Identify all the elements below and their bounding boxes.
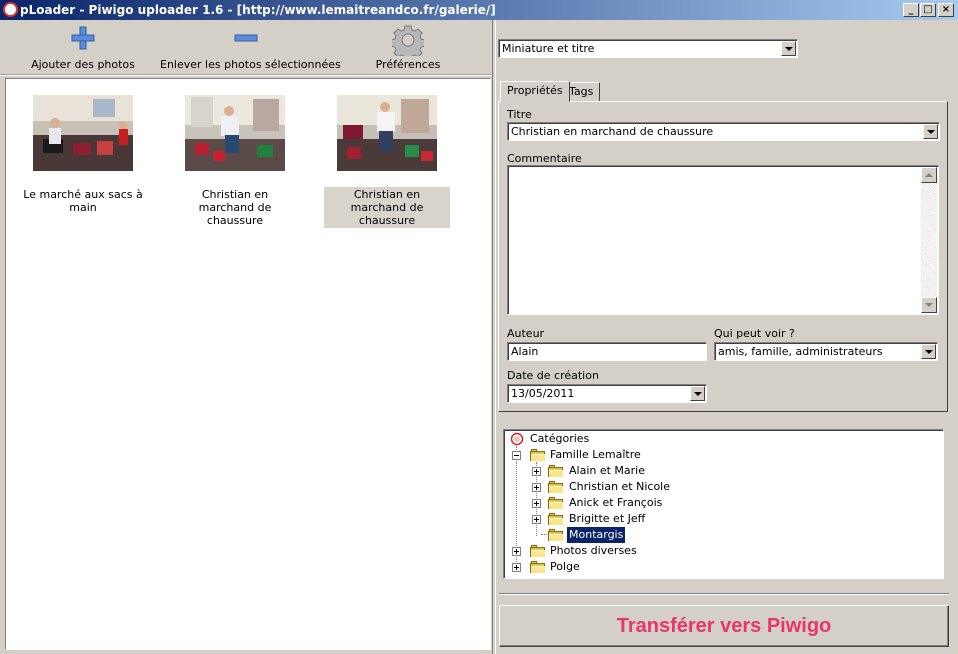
gear-icon bbox=[392, 25, 424, 56]
visibility-select[interactable]: amis, famille, administrateurs bbox=[714, 342, 938, 361]
app-icon bbox=[3, 2, 18, 17]
chevron-down-icon[interactable] bbox=[921, 344, 936, 359]
title-select[interactable]: Christian en marchand de chaussure bbox=[507, 122, 940, 141]
add-photos-label: Ajouter des photos bbox=[31, 58, 135, 71]
photo-caption: Christian en marchand de chaussure bbox=[324, 187, 450, 228]
folder-icon bbox=[548, 513, 564, 525]
folder-icon bbox=[548, 465, 564, 477]
minimize-button[interactable]: _ bbox=[903, 3, 919, 17]
plus-icon bbox=[71, 26, 95, 50]
view-mode-value: Miniature et titre bbox=[502, 42, 595, 55]
folder-icon bbox=[530, 561, 546, 573]
folder-icon bbox=[548, 497, 564, 509]
photo-list[interactable]: Le marché aux sacs à main Christian en m… bbox=[5, 78, 491, 650]
add-photos-button[interactable]: Ajouter des photos bbox=[22, 20, 144, 74]
comment-textarea[interactable] bbox=[507, 165, 939, 315]
toolbar: Ajouter des photos Enlever les photos sé… bbox=[0, 20, 492, 74]
scroll-up-icon[interactable] bbox=[921, 167, 937, 183]
visibility-label: Qui peut voir ? bbox=[714, 327, 795, 340]
photo-thumbnail[interactable]: Le marché aux sacs à main bbox=[20, 95, 146, 215]
photo-caption: Christian en marchand de chaussure bbox=[198, 188, 272, 227]
author-input[interactable]: Alain bbox=[507, 342, 707, 361]
divider bbox=[499, 593, 949, 595]
tab-properties[interactable]: Propriétés bbox=[500, 81, 570, 102]
tree-node-label: Montargis bbox=[565, 526, 627, 544]
comment-label: Commentaire bbox=[507, 152, 582, 165]
transfer-button[interactable]: Transférer vers Piwigo bbox=[499, 605, 949, 647]
date-label: Date de création bbox=[507, 369, 599, 382]
tree-node-label: Anick et François bbox=[569, 496, 663, 509]
photo-image bbox=[185, 95, 285, 171]
category-tree[interactable]: Catégories Famille Lemaître Alain et Mar… bbox=[503, 429, 944, 579]
folder-icon bbox=[548, 481, 564, 493]
title-label: Titre bbox=[507, 108, 532, 121]
tree-node-label: Famille Lemaître bbox=[550, 448, 641, 461]
date-value: 13/05/2011 bbox=[511, 387, 575, 400]
toolbar-divider bbox=[0, 74, 492, 76]
tree-node-label: Polge bbox=[550, 560, 580, 573]
remove-photos-label: Enlever les photos sélectionnées bbox=[160, 58, 341, 71]
chevron-down-icon[interactable] bbox=[781, 41, 796, 56]
expand-icon[interactable] bbox=[512, 563, 521, 572]
expand-icon[interactable] bbox=[512, 547, 521, 556]
visibility-value: amis, famille, administrateurs bbox=[718, 345, 883, 358]
chevron-down-icon[interactable] bbox=[690, 386, 705, 401]
photo-image bbox=[33, 95, 133, 171]
photo-thumbnail[interactable]: Christian en marchand de chaussure bbox=[324, 95, 450, 228]
tree-node-label: Alain et Marie bbox=[569, 464, 646, 477]
view-mode-select[interactable]: Miniature et titre bbox=[498, 39, 798, 58]
expand-icon[interactable] bbox=[532, 515, 541, 524]
scroll-down-icon[interactable] bbox=[921, 297, 937, 313]
preferences-label: Préférences bbox=[375, 58, 441, 71]
folder-icon bbox=[530, 545, 546, 557]
photo-image bbox=[337, 95, 437, 171]
folder-icon bbox=[548, 529, 564, 541]
comment-scrollbar[interactable] bbox=[921, 167, 937, 313]
window-title: pLoader - Piwigo uploader 1.6 - [http://… bbox=[20, 3, 496, 17]
expand-icon[interactable] bbox=[532, 467, 541, 476]
tree-root-label: Catégories bbox=[530, 432, 590, 445]
tree-node-label: Photos diverses bbox=[550, 544, 637, 557]
title-bar: pLoader - Piwigo uploader 1.6 - [http://… bbox=[0, 0, 958, 20]
photo-thumbnail[interactable]: Christian en marchand de chaussure bbox=[172, 95, 298, 228]
tree-node-label: Brigitte et Jeff bbox=[569, 512, 646, 525]
expand-icon[interactable] bbox=[532, 499, 541, 508]
close-button[interactable]: × bbox=[938, 3, 954, 17]
remove-photos-button[interactable]: Enlever les photos sélectionnées bbox=[160, 20, 341, 74]
panel-splitter[interactable] bbox=[492, 20, 496, 654]
minus-icon bbox=[234, 34, 258, 42]
category-root-icon bbox=[510, 432, 524, 446]
folder-icon bbox=[530, 449, 546, 461]
collapse-icon[interactable] bbox=[512, 451, 521, 460]
maximize-button[interactable]: □ bbox=[920, 3, 936, 17]
tree-node-label: Christian et Nicole bbox=[569, 480, 671, 493]
author-label: Auteur bbox=[507, 327, 545, 340]
photo-caption: Le marché aux sacs à main bbox=[23, 188, 143, 214]
preferences-button[interactable]: Préférences bbox=[362, 20, 454, 74]
expand-icon[interactable] bbox=[532, 483, 541, 492]
title-value: Christian en marchand de chaussure bbox=[511, 125, 714, 138]
date-picker[interactable]: 13/05/2011 bbox=[507, 384, 707, 403]
chevron-down-icon[interactable] bbox=[923, 124, 938, 139]
